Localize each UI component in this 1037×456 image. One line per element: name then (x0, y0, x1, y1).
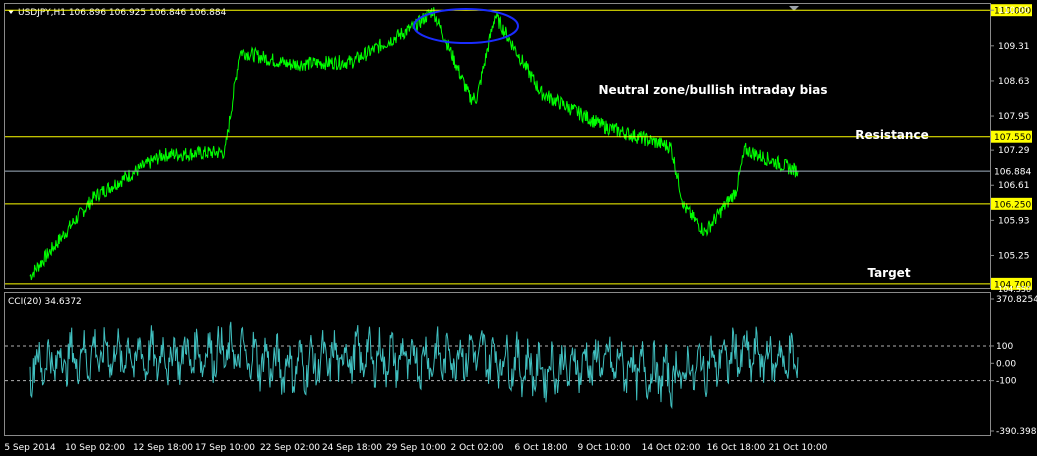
chart-title: USDJPY,H1 106.896 106.925 106.846 106.88… (18, 8, 227, 18)
y-tick-label: 108.63 (998, 77, 1030, 87)
x-tick-label: 22 Sep 02:00 (260, 443, 320, 453)
y-tick-label: 107.29 (998, 146, 1030, 156)
cci-tick-label: 370.8254 (996, 295, 1037, 305)
x-tick-label: 6 Oct 18:00 (515, 443, 568, 453)
x-tick-label: 2 Oct 02:00 (451, 443, 504, 453)
y-tick-label: 105.93 (998, 216, 1030, 226)
cci-tick-label: 0.00 (996, 359, 1016, 369)
x-tick-label: 9 Oct 10:00 (578, 443, 631, 453)
y-tick-label: 106.61 (998, 181, 1030, 191)
y-tick-label: 109.31 (998, 42, 1030, 52)
x-tick-label: 10 Sep 02:00 (65, 443, 125, 453)
cci-pane-frame (4, 292, 991, 436)
y-tick-label-partial: 104.550 (998, 285, 1031, 294)
cci-line (29, 321, 799, 410)
cci-tick-label: -390.3988 (996, 427, 1037, 437)
annotation-text: Resistance (855, 128, 928, 142)
highlight-ellipse (413, 8, 519, 44)
annotation-text: Target (867, 266, 910, 280)
x-tick-label: 29 Sep 10:00 (386, 443, 446, 453)
x-tick-label: 17 Sep 10:00 (195, 443, 255, 453)
x-tick-label: 16 Oct 18:00 (707, 443, 766, 453)
x-tick-label: 5 Sep 2014 (4, 443, 56, 453)
price-chart-window[interactable]: USDJPY,H1 106.896 106.925 106.846 106.88… (0, 0, 1037, 456)
y-tick-label: 110.00 (998, 6, 1030, 16)
cci-tick-label: -100 (996, 377, 1017, 387)
level-label: 106.884 (994, 168, 1031, 178)
x-tick-label: 14 Oct 02:00 (642, 443, 701, 453)
annotation-text: Neutral zone/bullish intraday bias (598, 83, 827, 97)
cci-tick-label: 100 (996, 342, 1013, 352)
x-tick-label: 12 Sep 18:00 (133, 443, 193, 453)
x-tick-label: 21 Oct 10:00 (769, 443, 828, 453)
cci-title: CCI(20) 34.6372 (8, 297, 82, 307)
x-tick-label: 24 Sep 18:00 (322, 443, 382, 453)
price-line (29, 7, 799, 281)
y-tick-label: 107.95 (998, 112, 1030, 122)
level-label: 106.250 (994, 200, 1031, 210)
level-label: 107.550 (994, 133, 1031, 143)
main-pane-frame (4, 3, 991, 289)
y-tick-label: 105.25 (998, 251, 1030, 261)
